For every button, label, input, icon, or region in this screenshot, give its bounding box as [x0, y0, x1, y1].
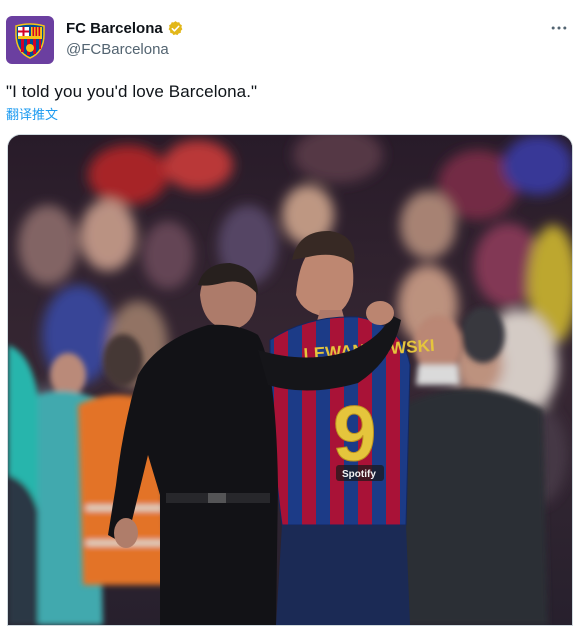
translate-tweet-link[interactable]: 翻译推文: [6, 104, 58, 123]
fcb-crest-icon: [15, 23, 45, 59]
tweet-text: "I told you you'd love Barcelona.": [6, 82, 258, 101]
avatar[interactable]: [6, 16, 54, 64]
author-display-name[interactable]: FC Barcelona: [66, 20, 163, 37]
author-name-row: FC Barcelona: [66, 20, 184, 37]
verified-badge-icon[interactable]: [167, 20, 184, 37]
author-handle[interactable]: @FCBarcelona: [66, 41, 169, 58]
photo-scene: LEWANDOWSKI 9 Spotify: [8, 135, 572, 625]
tweet-photo[interactable]: LEWANDOWSKI 9 Spotify: [7, 134, 573, 626]
more-horizontal-icon: [551, 26, 567, 30]
more-options-button[interactable]: [547, 16, 571, 40]
